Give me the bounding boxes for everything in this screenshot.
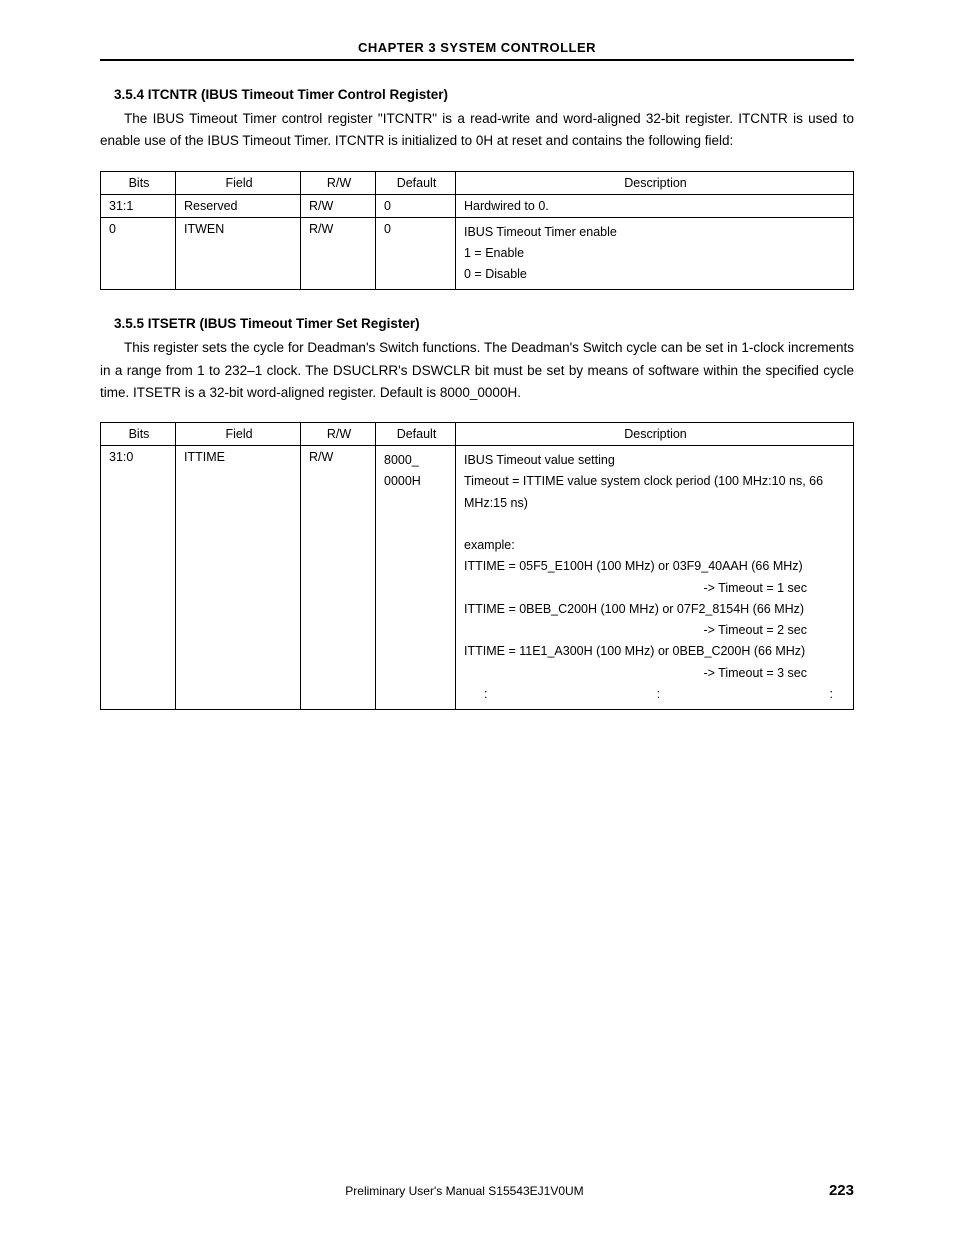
cell-default: 0: [376, 217, 456, 290]
table-header-row: Bits Field R/W Default Description: [101, 171, 854, 194]
th-bits: Bits: [101, 171, 176, 194]
desc-line: ITTIME = 11E1_A300H (100 MHz) or 0BEB_C2…: [464, 641, 847, 662]
colon-icon: :: [484, 684, 487, 705]
desc-line: example:: [464, 535, 847, 556]
section-355-paragraph: This register sets the cycle for Deadman…: [100, 337, 854, 404]
cell-description: IBUS Timeout Timer enable 1 = Enable 0 =…: [456, 217, 854, 290]
desc-ellipsis: : : :: [464, 684, 847, 705]
default-line: 0000H: [384, 471, 449, 492]
th-field: Field: [176, 171, 301, 194]
desc-line: -> Timeout = 1 sec: [464, 578, 847, 599]
chapter-header: CHAPTER 3 SYSTEM CONTROLLER: [100, 40, 854, 59]
cell-rw: R/W: [301, 446, 376, 710]
section-heading-355: 3.5.5 ITSETR (IBUS Timeout Timer Set Reg…: [114, 316, 840, 331]
table-row: 31:1 Reserved R/W 0 Hardwired to 0.: [101, 194, 854, 217]
cell-default: 0: [376, 194, 456, 217]
cell-bits: 31:0: [101, 446, 176, 710]
cell-default: 8000_ 0000H: [376, 446, 456, 710]
desc-line: Timeout = ITTIME value system clock peri…: [464, 471, 847, 514]
cell-field: ITWEN: [176, 217, 301, 290]
cell-rw: R/W: [301, 217, 376, 290]
desc-line: IBUS Timeout Timer enable: [464, 222, 847, 243]
desc-line: 1 = Enable: [464, 243, 847, 264]
footer-page-number: 223: [829, 1182, 854, 1199]
th-rw: R/W: [301, 171, 376, 194]
th-description: Description: [456, 423, 854, 446]
header-rule: [100, 59, 854, 61]
section-heading-354: 3.5.4 ITCNTR (IBUS Timeout Timer Control…: [114, 87, 840, 102]
desc-line: IBUS Timeout value setting: [464, 450, 847, 471]
th-default: Default: [376, 171, 456, 194]
table-row: 0 ITWEN R/W 0 IBUS Timeout Timer enable …: [101, 217, 854, 290]
section-354-paragraph: The IBUS Timeout Timer control register …: [100, 108, 854, 153]
desc-line: 0 = Disable: [464, 264, 847, 285]
cell-description: IBUS Timeout value setting Timeout = ITT…: [456, 446, 854, 710]
desc-line: [464, 514, 847, 535]
desc-line: -> Timeout = 2 sec: [464, 620, 847, 641]
itsetr-table: Bits Field R/W Default Description 31:0 …: [100, 422, 854, 710]
th-field: Field: [176, 423, 301, 446]
desc-line: ITTIME = 0BEB_C200H (100 MHz) or 07F2_81…: [464, 599, 847, 620]
colon-icon: :: [830, 684, 833, 705]
th-default: Default: [376, 423, 456, 446]
table-row: 31:0 ITTIME R/W 8000_ 0000H IBUS Timeout…: [101, 446, 854, 710]
page-footer: Preliminary User's Manual S15543EJ1V0UM …: [100, 1182, 854, 1199]
cell-field: Reserved: [176, 194, 301, 217]
cell-rw: R/W: [301, 194, 376, 217]
cell-field: ITTIME: [176, 446, 301, 710]
cell-bits: 31:1: [101, 194, 176, 217]
cell-description: Hardwired to 0.: [456, 194, 854, 217]
footer-doc-id: Preliminary User's Manual S15543EJ1V0UM: [100, 1184, 829, 1198]
th-bits: Bits: [101, 423, 176, 446]
itcntr-table: Bits Field R/W Default Description 31:1 …: [100, 171, 854, 291]
th-description: Description: [456, 171, 854, 194]
cell-bits: 0: [101, 217, 176, 290]
table-header-row: Bits Field R/W Default Description: [101, 423, 854, 446]
default-line: 8000_: [384, 450, 449, 471]
desc-line: ITTIME = 05F5_E100H (100 MHz) or 03F9_40…: [464, 556, 847, 577]
desc-line: -> Timeout = 3 sec: [464, 663, 847, 684]
colon-icon: :: [657, 684, 660, 705]
th-rw: R/W: [301, 423, 376, 446]
